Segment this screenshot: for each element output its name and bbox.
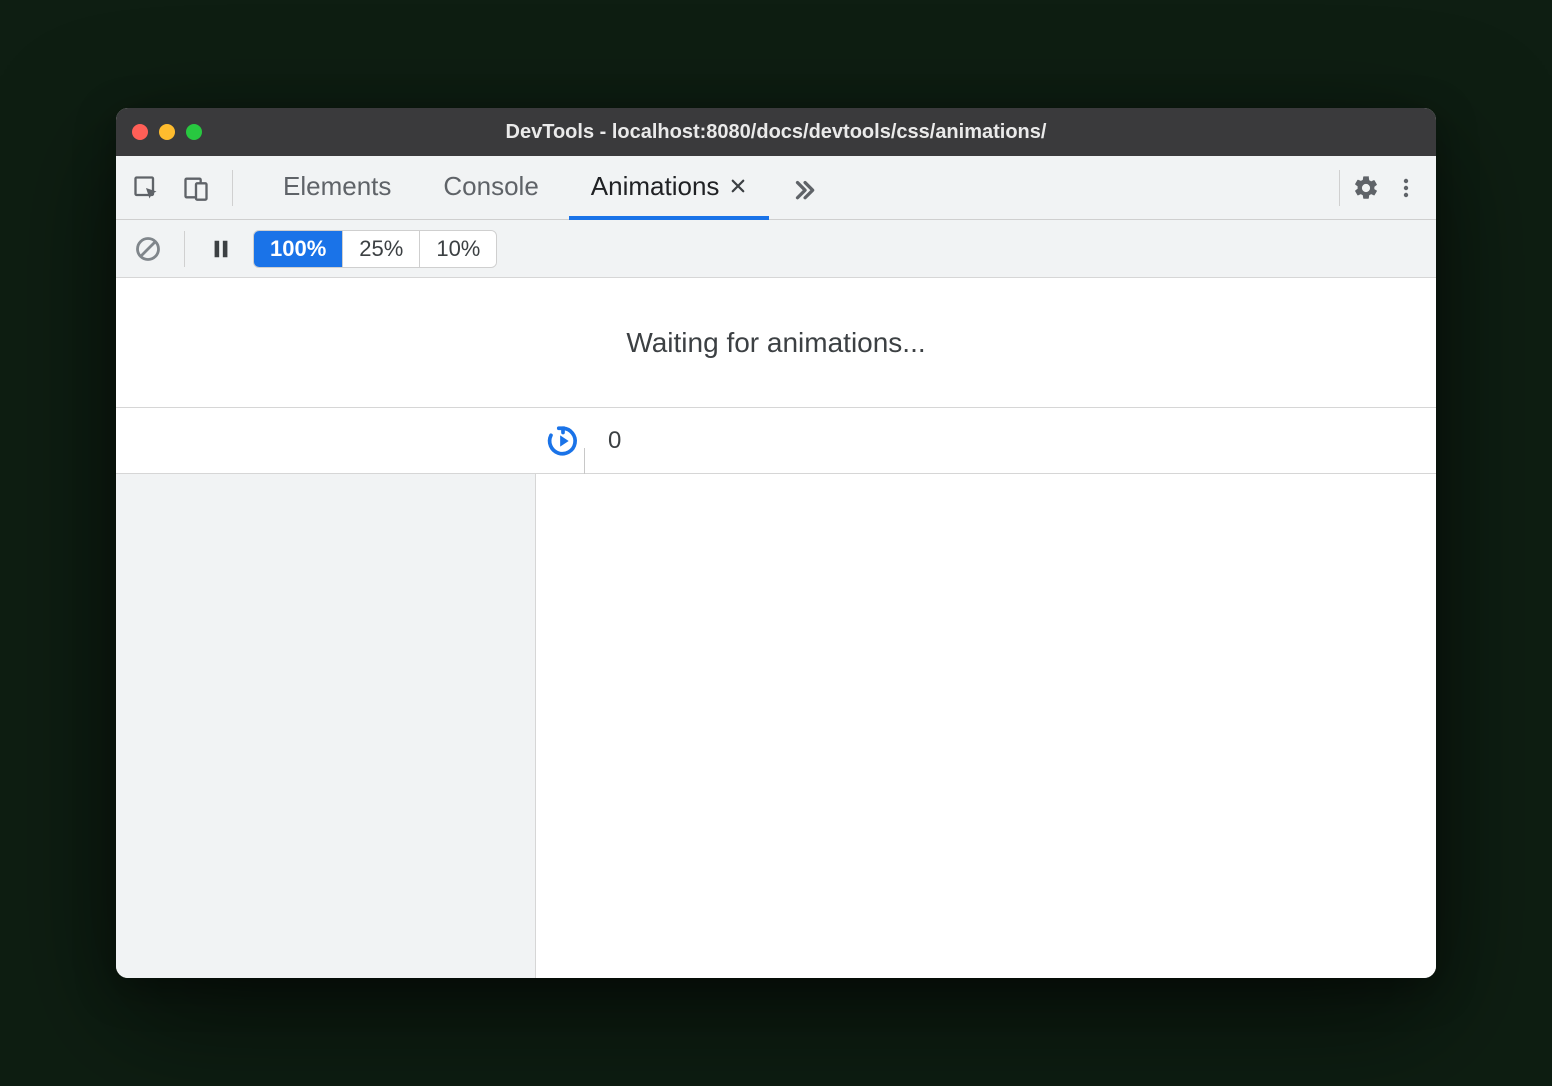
tabbar-right-controls <box>1327 156 1424 219</box>
playback-speed-group: 100% 25% 10% <box>253 230 497 268</box>
more-options-button[interactable] <box>1388 170 1424 206</box>
tab-elements[interactable]: Elements <box>261 156 413 220</box>
window-maximize-button[interactable] <box>186 124 202 140</box>
device-toolbar-button[interactable] <box>178 170 214 206</box>
timeline-header-spacer <box>116 408 546 473</box>
speed-label: 10% <box>436 236 480 262</box>
separator <box>184 231 185 267</box>
more-tabs-button[interactable] <box>777 156 831 219</box>
tabbar-left-controls <box>128 156 253 219</box>
speed-25-button[interactable]: 25% <box>343 231 420 267</box>
speed-label: 100% <box>270 236 326 262</box>
animations-sidebar <box>116 474 536 978</box>
clear-button[interactable] <box>130 231 166 267</box>
tab-animations[interactable]: Animations <box>569 156 770 220</box>
window-title: DevTools - localhost:8080/docs/devtools/… <box>116 121 1436 144</box>
tab-label: Animations <box>591 171 720 202</box>
window-titlebar: DevTools - localhost:8080/docs/devtools/… <box>116 108 1436 156</box>
speed-label: 25% <box>359 236 403 262</box>
close-icon[interactable] <box>729 177 747 195</box>
timeline-start-label: 0 <box>598 427 621 455</box>
tab-label: Elements <box>283 171 391 202</box>
separator <box>232 170 233 206</box>
window-minimize-button[interactable] <box>159 124 175 140</box>
tab-label: Console <box>443 171 538 202</box>
replay-button[interactable] <box>546 424 598 458</box>
animations-timeline-canvas[interactable] <box>536 474 1436 978</box>
timeline-tick <box>584 448 585 474</box>
pause-button[interactable] <box>203 231 239 267</box>
speed-10-button[interactable]: 10% <box>420 231 496 267</box>
window-controls <box>132 124 202 140</box>
animations-main <box>116 474 1436 978</box>
window-close-button[interactable] <box>132 124 148 140</box>
tab-console[interactable]: Console <box>421 156 560 220</box>
timeline-header: 0 <box>116 408 1436 474</box>
inspect-element-button[interactable] <box>128 170 164 206</box>
main-tabbar: Elements Console Animations <box>116 156 1436 220</box>
devtools-window: DevTools - localhost:8080/docs/devtools/… <box>116 108 1436 978</box>
settings-button[interactable] <box>1348 170 1384 206</box>
waiting-text: Waiting for animations... <box>626 327 925 359</box>
waiting-message: Waiting for animations... <box>116 278 1436 408</box>
separator <box>1339 170 1340 206</box>
speed-100-button[interactable]: 100% <box>254 231 343 267</box>
panel-tabs: Elements Console Animations <box>253 156 1327 219</box>
animations-toolbar: 100% 25% 10% <box>116 220 1436 278</box>
